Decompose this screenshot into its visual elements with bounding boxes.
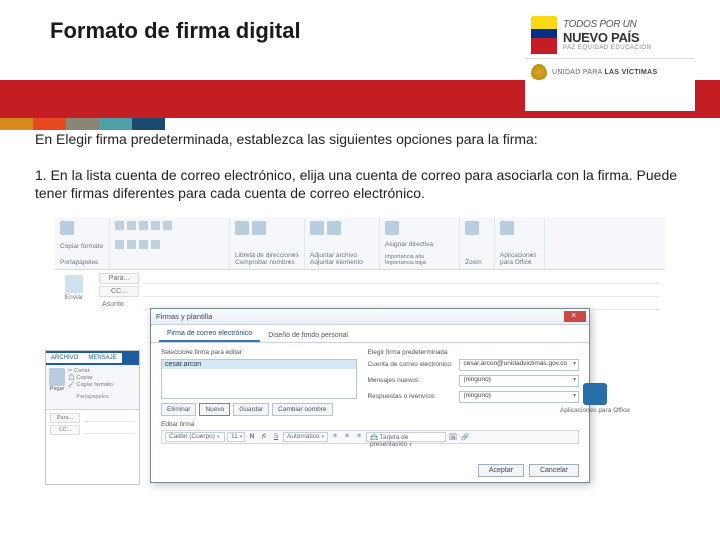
signature-listbox[interactable]: cesar.arcon bbox=[161, 359, 357, 399]
cancel-button[interactable]: Cancelar bbox=[529, 464, 579, 477]
italic-icon bbox=[127, 221, 136, 230]
zoom-label: Zoom bbox=[465, 259, 489, 266]
second-outlook-window: ARCHIVO MENSAJE Pegar ✂ Cortar 📋 Copiar … bbox=[45, 350, 140, 485]
link-button[interactable]: 🔗 bbox=[460, 433, 470, 441]
gov-logo-box: TODOS POR UN NUEVO PAÍS PAZ EQUIDAD EDUC… bbox=[525, 10, 695, 115]
office-apps-icon bbox=[500, 221, 514, 235]
check-names-icon bbox=[252, 221, 266, 235]
cc-button[interactable]: CC... bbox=[99, 286, 139, 297]
assign-policy-label: Asignar directiva bbox=[385, 241, 433, 248]
edit-signature-label: Editar firma bbox=[161, 421, 194, 428]
close-button[interactable] bbox=[564, 311, 586, 322]
underline-button[interactable]: S bbox=[271, 433, 281, 440]
clipboard-label-2: Portapapeles bbox=[49, 394, 136, 400]
send-icon bbox=[65, 275, 83, 293]
replies-label: Respuestas o reenvíos: bbox=[367, 393, 459, 400]
bold-button[interactable]: N bbox=[247, 433, 257, 440]
dialog-title: Firmas y plantilla bbox=[156, 312, 212, 321]
color-select[interactable]: Automático bbox=[283, 432, 328, 442]
slide-header: Formato de firma digital TODOS POR UN NU… bbox=[0, 0, 720, 100]
step-1-text: 1. En la lista cuenta de correo electrón… bbox=[35, 166, 685, 202]
copy-format-label: Copiar formato bbox=[60, 243, 103, 250]
signature-item[interactable]: cesar.arcon bbox=[162, 360, 356, 369]
new-button[interactable]: Nuevo bbox=[199, 403, 230, 416]
attach-item-icon bbox=[327, 221, 341, 235]
to-input[interactable] bbox=[143, 273, 659, 284]
italic-button[interactable]: K bbox=[259, 433, 269, 440]
send-label: Enviar bbox=[65, 294, 83, 301]
slide-content: En Elegir firma predeterminada, establez… bbox=[0, 100, 720, 488]
address-book-label: Libreta de direcciones bbox=[235, 252, 299, 259]
clipboard-group-label: Portapapeles bbox=[60, 259, 104, 266]
paste-icon-2 bbox=[49, 368, 65, 386]
tab-email-signature[interactable]: Firma de correo electrónico bbox=[159, 327, 260, 342]
paste-icon bbox=[60, 221, 74, 235]
copy-format-label-2: Copiar formato bbox=[77, 382, 113, 388]
logo-line3: PAZ EQUIDAD EDUCACIÓN bbox=[563, 45, 651, 51]
logo-line2: NUEVO PAÍS bbox=[563, 30, 651, 45]
select-signature-label: Seleccione firma para editar bbox=[161, 349, 357, 356]
file-tab[interactable]: ARCHIVO bbox=[46, 353, 83, 363]
subject-label: Asunto bbox=[99, 300, 139, 309]
delete-button[interactable]: Eliminar bbox=[161, 403, 196, 416]
low-importance-label: Importancia baja bbox=[385, 260, 426, 266]
editor-toolbar: Calibri (Cuerpo) 11 N K S Automático ≡ ≡… bbox=[161, 430, 579, 444]
paste-label: Pegar bbox=[49, 386, 65, 392]
outlook-ribbon: Copiar formato Portapapeles bbox=[55, 218, 665, 270]
attach-file-label: Adjuntar archivo bbox=[310, 252, 357, 259]
check-names-label: Comprobar nombres bbox=[235, 259, 295, 266]
font-size-select[interactable]: 11 bbox=[227, 432, 245, 442]
office-apps-icon-2 bbox=[583, 383, 607, 405]
underline-icon bbox=[139, 221, 148, 230]
image-button[interactable]: 🖼 bbox=[448, 433, 458, 441]
tab-personal-stationery[interactable]: Diseño de fondo personal bbox=[260, 329, 356, 342]
align-center-icon[interactable]: ≡ bbox=[342, 433, 352, 440]
email-account-label: Cuenta de correo electrónico: bbox=[367, 361, 459, 368]
message-tab[interactable]: MENSAJE bbox=[83, 353, 121, 363]
attach-file-icon bbox=[310, 221, 324, 235]
office-apps-button[interactable]: Aplicaciones para Office bbox=[560, 383, 630, 414]
align-right-icon[interactable]: ≡ bbox=[354, 433, 364, 440]
copy-label: Copiar bbox=[76, 375, 92, 381]
indent-icon bbox=[163, 221, 172, 230]
list-icon bbox=[151, 221, 160, 230]
ok-button[interactable]: Aceptar bbox=[478, 464, 524, 477]
shield-icon bbox=[531, 64, 547, 80]
zoom-icon bbox=[465, 221, 479, 235]
new-messages-label: Mensajes nuevos: bbox=[367, 377, 459, 384]
colombia-flag-icon bbox=[531, 16, 557, 54]
logo-line1: TODOS POR UN bbox=[563, 19, 651, 30]
default-signature-label: Elegir firma predeterminada bbox=[367, 349, 579, 356]
align-left-icon[interactable]: ≡ bbox=[330, 433, 340, 440]
rename-button[interactable]: Cambiar nombre bbox=[272, 403, 332, 416]
to-button[interactable]: Para... bbox=[99, 273, 139, 284]
cc-button-2[interactable]: CC... bbox=[50, 425, 80, 435]
intro-text: En Elegir firma predeterminada, establez… bbox=[35, 130, 685, 148]
office-apps-label: Aplicaciones para Office bbox=[500, 252, 539, 266]
outlook-screenshot: Copiar formato Portapapeles bbox=[55, 218, 665, 488]
bold-icon bbox=[115, 221, 124, 230]
business-card-button[interactable]: 📇 Tarjeta de presentación bbox=[366, 432, 446, 442]
policy-icon bbox=[385, 221, 399, 235]
cc-input[interactable] bbox=[143, 286, 659, 297]
cut-label: Cortar bbox=[74, 368, 89, 374]
save-button[interactable]: Guardar bbox=[233, 403, 269, 416]
to-button-2[interactable]: Para... bbox=[50, 413, 80, 423]
attach-item-label: Adjuntar elemento bbox=[310, 259, 363, 266]
font-select[interactable]: Calibri (Cuerpo) bbox=[165, 432, 225, 442]
signatures-dialog: Firmas y plantilla Firma de correo elect… bbox=[150, 308, 590, 483]
logo-subtitle: UNIDAD PARA LAS VÍCTIMAS bbox=[552, 69, 657, 76]
email-account-select[interactable]: cesar.arcon@unidadvictimas.gov.co bbox=[459, 359, 579, 371]
address-book-icon bbox=[235, 221, 249, 235]
